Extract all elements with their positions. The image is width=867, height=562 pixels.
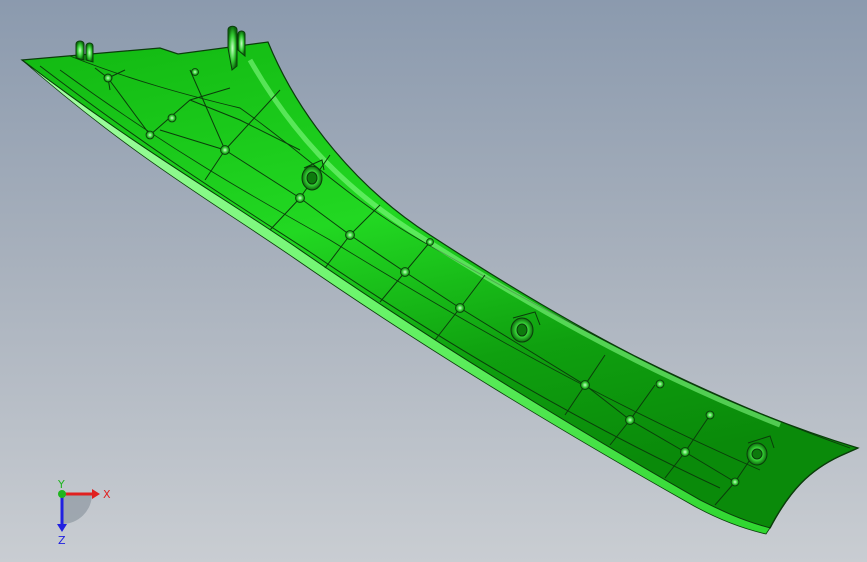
x-axis-label: X [103, 488, 111, 501]
z-axis-arrow-icon [57, 524, 67, 532]
x-axis-arrow-icon [92, 489, 100, 499]
coordinate-triad: X Y Z [57, 480, 111, 547]
trim-panel-model[interactable] [0, 0, 867, 562]
triad-shadow-arc [62, 494, 92, 524]
y-axis-label: Y [57, 480, 65, 491]
z-axis-label: Z [58, 534, 66, 547]
y-axis-icon [58, 490, 66, 498]
top-clip-left [75, 40, 94, 63]
panel-body [20, 41, 860, 529]
cad-3d-viewport[interactable]: X Y Z [0, 0, 867, 562]
